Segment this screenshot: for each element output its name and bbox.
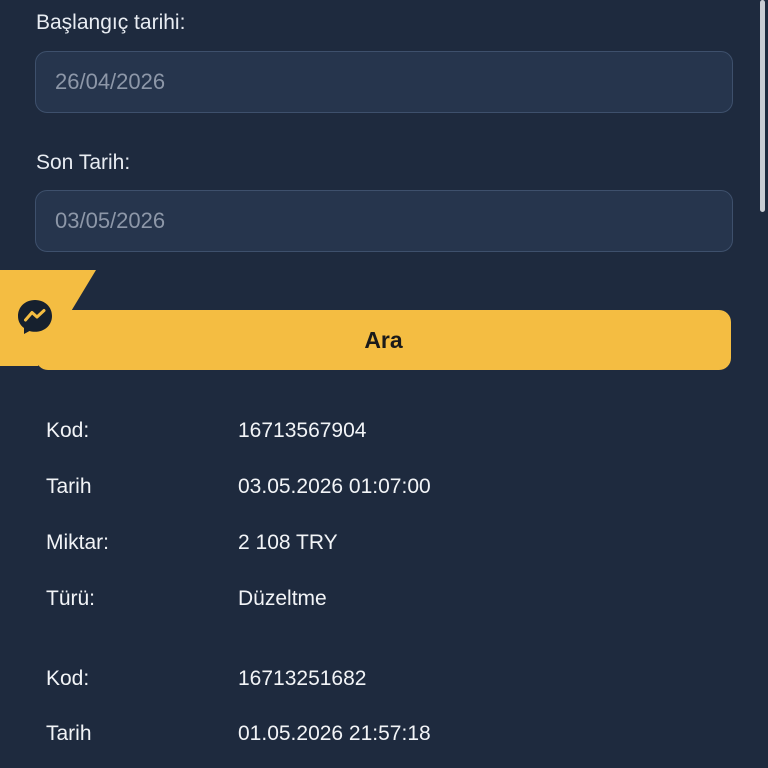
- field-key: Türü:: [46, 587, 96, 610]
- field-key: Tarih: [46, 475, 92, 498]
- start-date-label: Başlangıç tarihi:: [36, 11, 186, 34]
- messenger-icon[interactable]: [16, 298, 54, 336]
- end-date-label: Son Tarih:: [36, 151, 131, 174]
- field-value: 01.05.2026 21:57:18: [238, 722, 431, 745]
- scrollbar[interactable]: [758, 0, 768, 768]
- field-value: 03.05.2026 01:07:00: [238, 475, 431, 498]
- search-button[interactable]: Ara: [36, 310, 731, 370]
- field-value: 16713251682: [238, 667, 367, 690]
- transaction-field-row: Kod: 16713567904: [46, 419, 366, 443]
- transaction-field-row: Miktar: 2 108 TRY: [46, 531, 338, 555]
- end-date-input[interactable]: 03/05/2026: [35, 190, 733, 252]
- transaction-field-row: Tarih 03.05.2026 01:07:00: [46, 475, 431, 499]
- field-value: Düzeltme: [238, 587, 327, 610]
- field-key: Kod:: [46, 667, 90, 690]
- transaction-field-row: Tarih 01.05.2026 21:57:18: [46, 722, 431, 746]
- field-key: Kod:: [46, 419, 90, 442]
- field-value: 2 108 TRY: [238, 531, 338, 554]
- transaction-field-row: Kod: 16713251682: [46, 667, 366, 691]
- start-date-input[interactable]: 26/04/2026: [35, 51, 733, 113]
- scrollbar-thumb[interactable]: [760, 0, 765, 212]
- field-key: Tarih: [46, 722, 92, 745]
- field-value: 16713567904: [238, 419, 367, 442]
- transaction-field-row: Türü: Düzeltme: [46, 587, 327, 611]
- field-key: Miktar:: [46, 531, 109, 554]
